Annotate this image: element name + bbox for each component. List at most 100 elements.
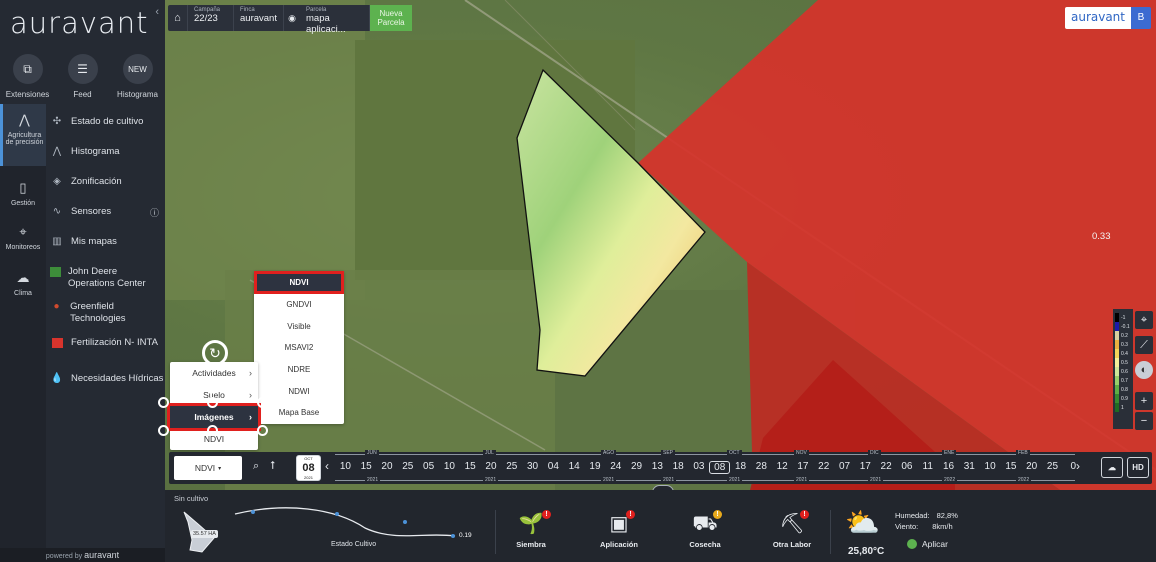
info-icon[interactable]: ⓘ: [150, 206, 159, 219]
location-pin-icon[interactable]: ⌖: [1135, 311, 1153, 329]
index-selector[interactable]: NDVI ▾: [174, 456, 242, 480]
rail-item-agricultura[interactable]: ⋀ Agricultura de precisión: [0, 104, 46, 166]
resize-handle[interactable]: [257, 397, 268, 408]
menu-item-necesidades-hidricas[interactable]: 💧 Necesidades Hídricas: [50, 373, 165, 403]
timeline-day[interactable]: 20: [481, 461, 502, 474]
menu-item-john-deere[interactable]: John Deere Operations Center: [50, 266, 165, 301]
map-icon: ▥: [52, 236, 62, 247]
timeline-day[interactable]: 17: [855, 461, 876, 474]
timeline-prev-icon[interactable]: ‹: [325, 459, 329, 473]
cloud-filter-button[interactable]: ☁: [1101, 457, 1123, 478]
eye-icon[interactable]: ◉: [284, 5, 300, 31]
weather-widget: ⛅: [845, 506, 880, 539]
image-option-mapa-base[interactable]: Mapa Base: [254, 402, 344, 424]
search-icon[interactable]: ⌕: [253, 460, 259, 473]
menu-item-mis-mapas[interactable]: ▥ Mis mapas: [50, 236, 165, 266]
timeline-day[interactable]: 17: [793, 461, 814, 474]
image-option-visible[interactable]: Visible: [254, 316, 344, 338]
timeline-day[interactable]: 31: [959, 461, 980, 474]
timeline-next-icon[interactable]: ›: [1076, 459, 1080, 473]
new-parcel-button[interactable]: Nueva Parcela: [370, 5, 412, 31]
menu-item-sensores[interactable]: ∿ Sensores ⓘ: [50, 206, 165, 236]
timeline-day[interactable]: 07: [834, 461, 855, 474]
timeline-day[interactable]: 20: [377, 461, 398, 474]
legend-entry: 0.6: [1115, 367, 1131, 376]
image-option-ndwi[interactable]: NDWI: [254, 380, 344, 402]
menu-item-greenfield[interactable]: ● Greenfield Technologies: [50, 301, 165, 337]
upload-icon[interactable]: ⭡: [270, 460, 275, 473]
resize-handle[interactable]: [207, 397, 218, 408]
timeline-day[interactable]: 18: [730, 461, 751, 474]
action-aplicacion[interactable]: ▣! Aplicación: [589, 510, 649, 549]
shortcut-extensiones[interactable]: ⧉ Extensiones: [2, 54, 54, 99]
timeline-day[interactable]: 10: [980, 461, 1001, 474]
timeline-day[interactable]: 16: [938, 461, 959, 474]
timeline-day[interactable]: 28: [751, 461, 772, 474]
rail-item-monitoreos[interactable]: ⌖ Monitoreos: [0, 216, 46, 262]
timeline-day[interactable]: 12: [772, 461, 793, 474]
timeline-day[interactable]: 11: [917, 461, 938, 474]
image-option-ndre[interactable]: NDRE: [254, 359, 344, 381]
rail-item-clima[interactable]: ☁ Clima: [0, 262, 46, 308]
timeline-day[interactable]: 25: [397, 461, 418, 474]
timeline-day[interactable]: 18: [668, 461, 689, 474]
timeline-day[interactable]: 15: [460, 461, 481, 474]
zoom-in-button[interactable]: +: [1135, 392, 1153, 410]
campaign-selector[interactable]: Campaña 22/23: [188, 5, 234, 31]
action-otra-labor[interactable]: ⛏! Otra Labor: [762, 510, 822, 549]
timeline-day[interactable]: 15: [1001, 461, 1022, 474]
timeline-day[interactable]: 08: [709, 461, 731, 474]
timeline-day[interactable]: 29: [626, 461, 647, 474]
index-selector-value: NDVI: [194, 463, 216, 473]
farm-selector[interactable]: Finca auravant: [234, 5, 284, 31]
timeline-day[interactable]: 15: [356, 461, 377, 474]
parcel-selector[interactable]: Parcela mapa aplicaci...: [300, 5, 370, 35]
resize-handle[interactable]: [207, 425, 218, 436]
menu-item-estado-cultivo[interactable]: ✣ Estado de cultivo: [50, 116, 165, 146]
rotate-handle-icon[interactable]: ↻: [202, 340, 228, 366]
legend-swatch: [1115, 331, 1119, 340]
apply-status[interactable]: Aplicar: [907, 539, 948, 549]
rail-item-gestion[interactable]: ▯ Gestión: [0, 166, 46, 216]
hd-button[interactable]: HD: [1127, 457, 1149, 478]
action-cosecha[interactable]: ⛟! Cosecha: [675, 510, 735, 549]
timeline-day[interactable]: 10: [439, 461, 460, 474]
timeline-day[interactable]: 04: [543, 461, 564, 474]
menu-item-zonificacion[interactable]: ◈ Zonificación: [50, 176, 165, 206]
account-badge[interactable]: auravant B: [1064, 7, 1151, 29]
image-option-msavi2[interactable]: MSAVI2: [254, 337, 344, 359]
basemap-toggle-icon[interactable]: ◐: [1135, 361, 1153, 379]
action-siembra[interactable]: 🌱! Siembra: [501, 510, 561, 549]
menu-item-fertilizacion-inta[interactable]: Fertilización N- INTA: [50, 337, 165, 373]
shortcut-histograma[interactable]: NEW Histograma: [112, 54, 164, 99]
shortcut-feed[interactable]: ☰ Feed: [57, 54, 109, 99]
timeline-day[interactable]: 13: [647, 461, 668, 474]
timeline-day[interactable]: 24: [605, 461, 626, 474]
timeline-day[interactable]: 14: [564, 461, 585, 474]
resize-handle[interactable]: [158, 397, 169, 408]
zoom-out-button[interactable]: −: [1135, 412, 1153, 430]
timeline-day[interactable]: 03: [689, 461, 710, 474]
image-option-ndvi[interactable]: NDVI: [254, 271, 344, 294]
resize-handle[interactable]: [257, 425, 268, 436]
timeline-day[interactable]: 06: [897, 461, 918, 474]
timeline-day[interactable]: 25: [1042, 461, 1063, 474]
timeline-day[interactable]: 30: [522, 461, 543, 474]
timeline-day[interactable]: 0: [1063, 461, 1084, 474]
date-calendar[interactable]: OCT 08 2021: [296, 455, 321, 481]
timeline-day[interactable]: 05: [418, 461, 439, 474]
rail-label: Clima: [14, 290, 32, 297]
timeline-day[interactable]: 25: [501, 461, 522, 474]
menu-item-histograma[interactable]: ⋀ Histograma: [50, 146, 165, 176]
home-icon[interactable]: ⌂: [168, 5, 188, 31]
image-option-gndvi[interactable]: GNDVI: [254, 294, 344, 316]
timeline-day[interactable]: 22: [876, 461, 897, 474]
timeline-day[interactable]: 19: [585, 461, 606, 474]
sprout-icon: ✣: [52, 116, 62, 127]
ruler-icon[interactable]: ⟋: [1135, 336, 1153, 354]
timeline-day[interactable]: 10: [335, 461, 356, 474]
timeline-day[interactable]: 22: [813, 461, 834, 474]
collapse-sidebar-icon[interactable]: ‹: [155, 6, 159, 18]
timeline-day[interactable]: 20: [1021, 461, 1042, 474]
resize-handle[interactable]: [158, 425, 169, 436]
